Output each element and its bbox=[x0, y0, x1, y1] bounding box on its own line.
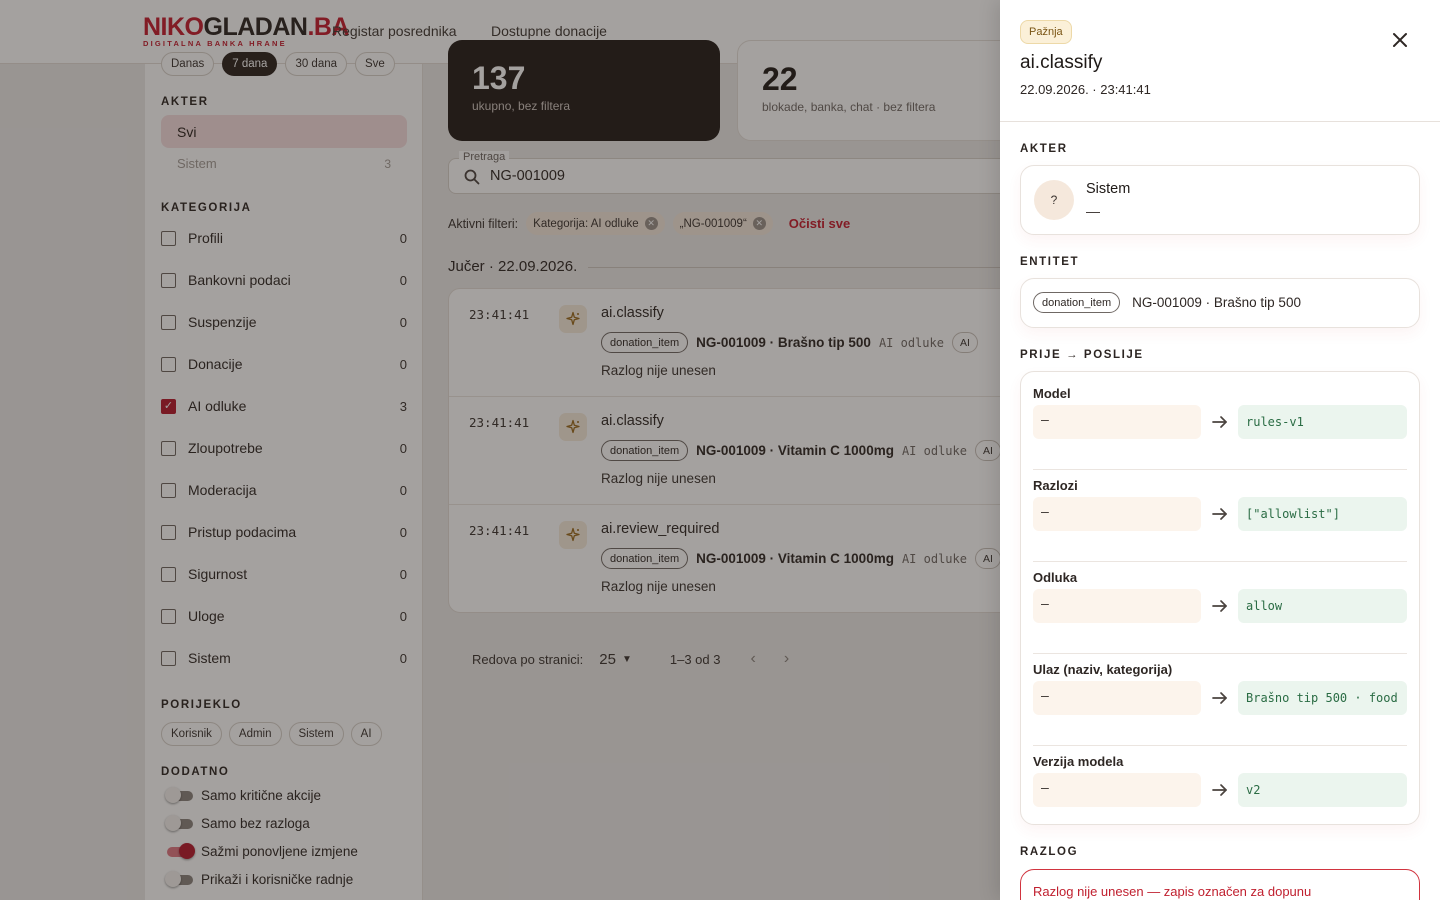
actor-role: — bbox=[1086, 203, 1100, 219]
close-icon[interactable] bbox=[1390, 30, 1410, 55]
diff-new-value: allow bbox=[1238, 589, 1407, 623]
arrow-right-icon bbox=[1211, 781, 1229, 804]
avatar: ? bbox=[1034, 180, 1074, 220]
diff-field-label: Razlozi bbox=[1033, 478, 1078, 493]
diff-new-value: Brašno tip 500 · food bbox=[1238, 681, 1407, 715]
diff-divider bbox=[1033, 745, 1407, 746]
arrow-right-icon bbox=[1211, 505, 1229, 528]
modal-backdrop[interactable] bbox=[0, 0, 1000, 900]
diff-field: Razlozi — ["allowlist"] bbox=[1033, 478, 1407, 531]
entity-card: donation_item NG-001009 · Brašno tip 500 bbox=[1020, 278, 1420, 328]
actor-section-title: AKTER bbox=[1020, 143, 1068, 155]
diff-old-value: — bbox=[1033, 589, 1201, 623]
diff-new-value: v2 bbox=[1238, 773, 1407, 807]
diff-field: Odluka — allow bbox=[1033, 570, 1407, 623]
drawer-title: ai.classify bbox=[1020, 52, 1103, 73]
reason-section-title: RAZLOG bbox=[1020, 846, 1079, 858]
diff-new-value: ["allowlist"] bbox=[1238, 497, 1407, 531]
reason-card: Razlog nije unesen — zapis označen za do… bbox=[1020, 869, 1420, 900]
diff-field: Ulaz (naziv, kategorija) — Brašno tip 500 … bbox=[1033, 662, 1407, 715]
actor-card: ? Sistem — bbox=[1020, 165, 1420, 235]
diff-old-value: — bbox=[1033, 681, 1201, 715]
arrow-right-icon bbox=[1211, 689, 1229, 712]
diff-divider bbox=[1033, 653, 1407, 654]
reason-text: Razlog nije unesen — zapis označen za do… bbox=[1033, 884, 1312, 899]
severity-badge: Pažnja bbox=[1020, 20, 1072, 44]
diff-field-label: Verzija modela bbox=[1033, 754, 1124, 769]
diff-field: Verzija modela — v2 bbox=[1033, 754, 1407, 807]
diff-old-value: — bbox=[1033, 497, 1201, 531]
diff-card: Model — rules-v1 Razlozi — ["allowlist"] Odluk… bbox=[1020, 371, 1420, 825]
diff-old-value: — bbox=[1033, 405, 1201, 439]
arrow-right-icon bbox=[1211, 597, 1229, 620]
diff-section-title: PRIJE → POSLIJE bbox=[1020, 349, 1144, 361]
diff-old-value: — bbox=[1033, 773, 1201, 807]
arrow-right-icon bbox=[1211, 413, 1229, 436]
diff-field-label: Model bbox=[1033, 386, 1071, 401]
event-detail-drawer: Pažnja ai.classify 22.09.2026. · 23:41:4… bbox=[1000, 0, 1440, 900]
diff-new-value: rules-v1 bbox=[1238, 405, 1407, 439]
entity-section-title: ENTITET bbox=[1020, 256, 1080, 268]
drawer-header-divider bbox=[1000, 121, 1440, 122]
drawer-timestamp: 22.09.2026. · 23:41:41 bbox=[1020, 82, 1151, 97]
diff-field: Model — rules-v1 bbox=[1033, 386, 1407, 439]
diff-field-label: Odluka bbox=[1033, 570, 1078, 585]
diff-field-label: Ulaz (naziv, kategorija) bbox=[1033, 662, 1173, 677]
diff-divider bbox=[1033, 469, 1407, 470]
entity-reference[interactable]: NG-001009 · Brašno tip 500 bbox=[1132, 295, 1301, 310]
entity-type-chip: donation_item bbox=[1033, 292, 1121, 313]
diff-divider bbox=[1033, 561, 1407, 562]
actor-name: Sistem bbox=[1086, 181, 1131, 197]
